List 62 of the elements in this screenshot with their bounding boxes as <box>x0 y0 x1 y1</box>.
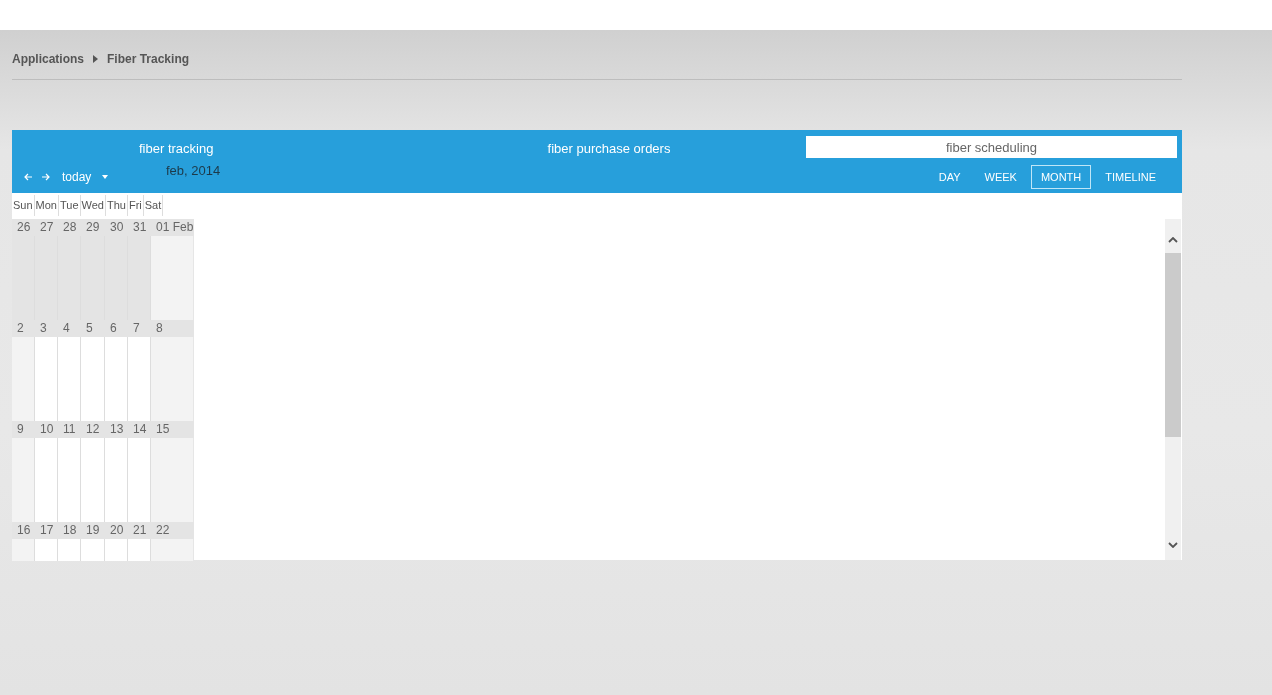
section-title: fiber purchase orders <box>546 140 672 158</box>
day-number: 21 <box>128 522 151 539</box>
day-number: 4 <box>58 320 81 337</box>
breadcrumb-separator-icon <box>93 55 98 63</box>
day-number: 10 <box>35 421 58 438</box>
month-label: feb, 2014 <box>166 163 221 178</box>
day-number: 12 <box>81 421 105 438</box>
day-number: 9 <box>12 421 35 438</box>
left-arrow-icon <box>24 173 33 181</box>
day-number: 16 <box>12 522 35 539</box>
search-field[interactable]: fiber scheduling <box>806 136 1177 158</box>
day-cell[interactable] <box>12 438 35 522</box>
day-number: 29 <box>81 219 105 236</box>
breadcrumb-link[interactable]: Applications <box>12 52 84 66</box>
day-number: 26 <box>12 219 35 236</box>
day-number: 19 <box>81 522 105 539</box>
day-number: 28 <box>58 219 81 236</box>
scrollbar-thumb[interactable] <box>1165 253 1181 437</box>
dropdown-button[interactable] <box>102 175 109 179</box>
day-number: 3 <box>35 320 58 337</box>
weekday-header: Fri <box>127 195 144 216</box>
day-number: 15 <box>151 421 194 438</box>
day-number: 20 <box>105 522 128 539</box>
next-button[interactable] <box>41 173 50 181</box>
today-button[interactable]: today <box>62 170 92 184</box>
day-number: 11 <box>58 421 81 438</box>
day-number: 22 <box>151 522 194 539</box>
weekday-header: Tue <box>59 195 81 216</box>
day-number: 8 <box>151 320 194 337</box>
caret-icon <box>102 175 109 179</box>
day-number: 7 <box>128 320 151 337</box>
breadcrumb-link[interactable]: Fiber Tracking <box>107 52 190 66</box>
chevron-down-icon <box>1168 542 1178 548</box>
day-number: 27 <box>35 219 58 236</box>
previous-button[interactable] <box>24 173 33 181</box>
day-number: 5 <box>81 320 105 337</box>
day-cell[interactable] <box>151 337 194 421</box>
day-number: 18 <box>58 522 81 539</box>
day-number: 13 <box>105 421 128 438</box>
view-tab[interactable]: TIMELINE <box>1095 165 1166 189</box>
day-number: 17 <box>35 522 58 539</box>
day-cell[interactable] <box>151 236 194 320</box>
day-number: 30 <box>105 219 128 236</box>
weekday-header: Sun <box>12 195 35 216</box>
right-arrow-icon <box>41 173 50 181</box>
view-tab[interactable]: MONTH <box>1030 165 1092 189</box>
day-number: 6 <box>105 320 128 337</box>
weekday-header: Mon <box>34 195 59 216</box>
day-number: 14 <box>128 421 151 438</box>
calendar-title: fiber tracking <box>139 141 214 156</box>
day-cell[interactable] <box>151 438 194 522</box>
weekday-header: Thu <box>105 195 128 216</box>
day-number: 01 Feb <box>151 219 194 236</box>
weekday-header: Sat <box>143 195 164 216</box>
view-tab[interactable]: DAY <box>928 165 971 189</box>
day-number: 31 <box>128 219 151 236</box>
day-number: 2 <box>12 320 35 337</box>
weekday-header: Wed <box>80 195 106 216</box>
scrollbar[interactable] <box>1165 219 1181 560</box>
day-cell[interactable] <box>12 337 35 421</box>
chevron-up-icon <box>1168 237 1178 243</box>
view-tab[interactable]: WEEK <box>974 165 1027 189</box>
